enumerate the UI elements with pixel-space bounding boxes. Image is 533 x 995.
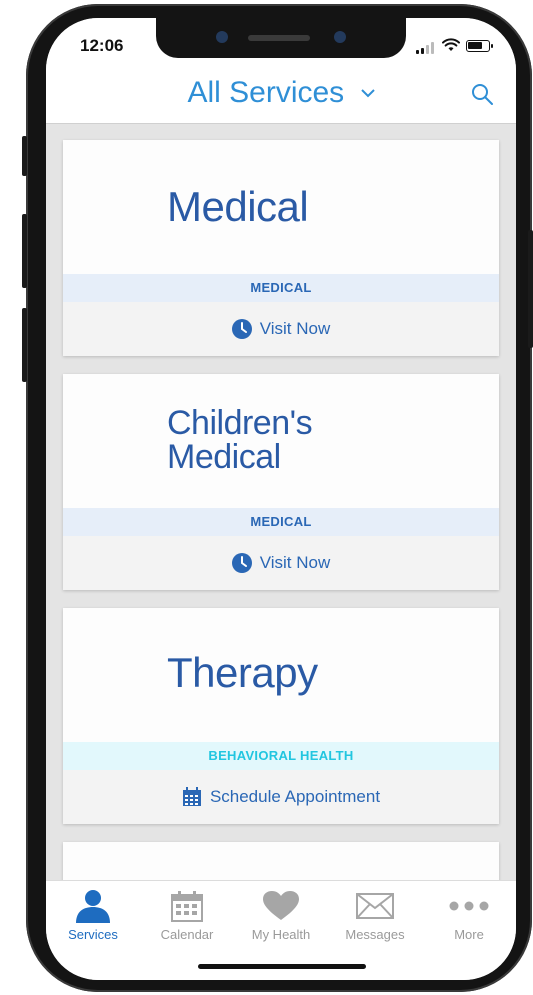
volume-down-button [22, 308, 27, 382]
tab-my-health[interactable]: My Health [234, 887, 328, 947]
service-card-therapy[interactable]: Therapy BEHAVIORAL HEALTH Schedule Appoi… [63, 608, 499, 824]
sensor-icon [334, 31, 346, 43]
signal-icon [416, 42, 436, 54]
service-category-label: BEHAVIORAL HEALTH [63, 742, 499, 770]
tab-services[interactable]: Services [46, 887, 140, 947]
more-icon [449, 901, 489, 911]
tab-messages[interactable]: Messages [328, 887, 422, 947]
visit-now-button[interactable]: Visit Now [63, 302, 499, 356]
tab-label: Messages [345, 927, 405, 942]
service-card-childrens-medical[interactable]: Children's Medical MEDICAL Visit Now [63, 374, 499, 590]
chevron-down-icon [360, 82, 375, 102]
screen: 12:06 All Services Medical MEDICAL Visit… [46, 18, 516, 980]
clock-icon [231, 319, 252, 339]
service-card-hero: Medical [63, 140, 499, 274]
tab-calendar[interactable]: Calendar [140, 887, 234, 947]
visit-now-label: Visit Now [259, 553, 331, 572]
person-icon [76, 890, 110, 923]
notch [156, 18, 406, 58]
service-card-title: Medical [167, 183, 309, 230]
service-card-title: Therapy [167, 649, 318, 696]
page-title: All Services [187, 76, 345, 109]
speaker-grille [248, 35, 310, 41]
camera-icon [216, 31, 228, 43]
service-category-label: MEDICAL [63, 274, 499, 302]
service-filter-dropdown[interactable]: All Services [46, 76, 516, 110]
battery-icon [466, 40, 493, 52]
tab-label: My Health [251, 927, 311, 942]
visit-now-button[interactable]: Visit Now [63, 536, 499, 590]
schedule-appointment-label: Schedule Appointment [209, 787, 381, 806]
search-icon[interactable] [470, 82, 494, 106]
tab-label: More [454, 927, 484, 942]
schedule-appointment-button[interactable]: Schedule Appointment [63, 770, 499, 824]
tab-label: Calendar [160, 927, 214, 942]
tab-label: Services [68, 927, 118, 942]
wifi-icon [442, 38, 460, 51]
services-list[interactable]: Medical MEDICAL Visit Now Children's Med… [46, 124, 516, 880]
service-card-medical[interactable]: Medical MEDICAL Visit Now [63, 140, 499, 356]
heart-icon [263, 891, 299, 920]
home-indicator[interactable] [198, 964, 366, 969]
service-category-label: MEDICAL [63, 508, 499, 536]
calendar-icon [171, 891, 203, 922]
calendar-icon [182, 787, 201, 806]
tab-more[interactable]: More [422, 887, 516, 947]
service-card-hero: Children's Medical [63, 374, 499, 508]
mute-switch [22, 136, 27, 176]
service-card-hero: Therapy [63, 608, 499, 742]
envelope-icon [356, 893, 394, 919]
service-card-title: Children's Medical [167, 404, 313, 476]
status-time: 12:06 [80, 36, 124, 55]
volume-up-button [22, 214, 27, 288]
header: All Services [46, 66, 516, 124]
visit-now-label: Visit Now [259, 319, 331, 338]
service-card[interactable] [63, 842, 499, 880]
power-button [528, 230, 533, 348]
clock-icon [231, 553, 252, 573]
